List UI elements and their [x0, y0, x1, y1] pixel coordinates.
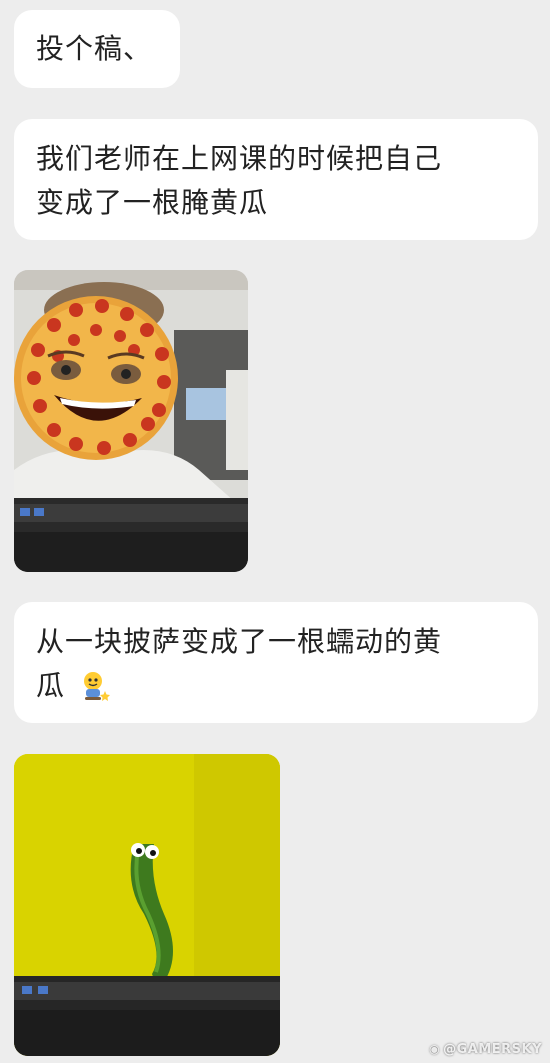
- message-text-line-2: 变成了一根腌黄瓜: [36, 186, 269, 219]
- message-text-fragment: 瓜: [36, 669, 66, 702]
- watermark-text: @GAMERSKY: [443, 1042, 542, 1057]
- message-text-line-1: 我们老师在上网课的时候把自己: [36, 142, 443, 175]
- pizza-face-photo: [14, 270, 248, 572]
- message-text-line-2: 瓜: [36, 664, 516, 714]
- message-bubble-1[interactable]: 投个稿、: [14, 10, 180, 88]
- smiling-emoji-icon: [81, 670, 111, 714]
- message-bubble-2[interactable]: 我们老师在上网课的时候把自己 变成了一根腌黄瓜: [14, 119, 538, 240]
- weibo-icon: ◉: [429, 1042, 441, 1056]
- message-image-cucumber[interactable]: [14, 754, 280, 1056]
- cucumber-photo: [14, 754, 280, 1056]
- watermark: ◉ @GAMERSKY: [429, 1042, 542, 1057]
- message-text: 投个稿、: [36, 32, 153, 65]
- message-bubble-3[interactable]: 从一块披萨变成了一根蠕动的黄 瓜: [14, 602, 538, 723]
- message-image-pizza[interactable]: [14, 270, 248, 572]
- message-text-line-1: 从一块披萨变成了一根蠕动的黄: [36, 625, 443, 658]
